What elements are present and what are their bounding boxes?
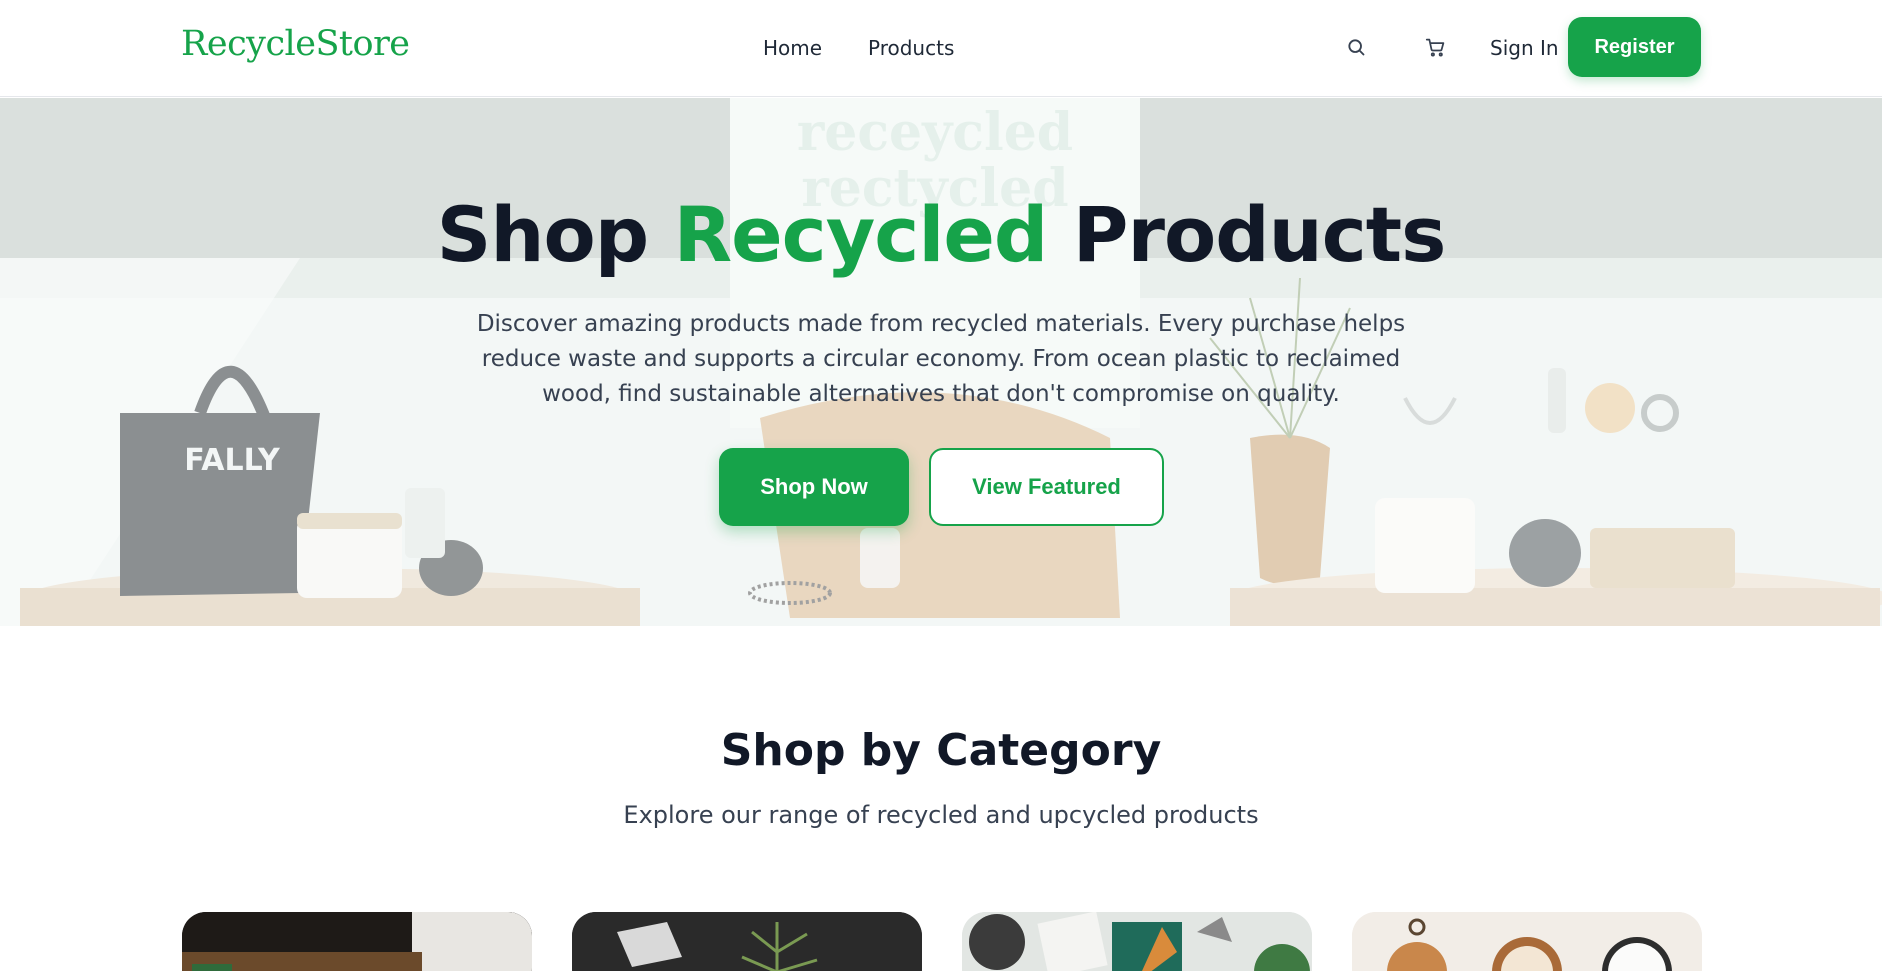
site-logo[interactable]: RecycleStore (181, 24, 410, 64)
hero-title-end: Products (1072, 190, 1447, 279)
category-card-4-image (1352, 912, 1702, 971)
site-header: RecycleStore Home Products Sign In Regis… (0, 0, 1882, 97)
register-button[interactable]: Register (1568, 17, 1701, 77)
view-featured-button[interactable]: View Featured (929, 448, 1164, 526)
category-section-title: Shop by Category (720, 725, 1162, 776)
category-card-4[interactable] (1352, 912, 1702, 971)
hero-section: receycled rectycled FALLY Shop Recycled … (0, 98, 1882, 626)
sign-in-link[interactable]: Sign In (1490, 36, 1559, 60)
category-card-3[interactable] (962, 912, 1312, 971)
category-card-1-image (182, 912, 532, 971)
category-section-subtitle: Explore our range of recycled and upcycl… (623, 801, 1259, 829)
cart-button[interactable] (1420, 32, 1450, 62)
shop-now-button[interactable]: Shop Now (719, 448, 909, 526)
category-card-1[interactable] (182, 912, 532, 971)
category-card-3-image (962, 912, 1312, 971)
nav-home-link[interactable]: Home (763, 36, 822, 60)
search-icon (1348, 39, 1365, 56)
category-card-2[interactable] (572, 912, 922, 971)
cart-icon (1425, 38, 1444, 57)
hero-title-start: Shop (436, 190, 649, 279)
hero-description: Discover amazing products made from recy… (476, 311, 1406, 407)
nav-products-link[interactable]: Products (868, 36, 954, 60)
hero-title: Shop Recycled Products (0, 190, 1882, 279)
hero-title-accent: Recycled (673, 190, 1049, 279)
category-card-2-image (572, 912, 922, 971)
search-button[interactable] (1341, 32, 1371, 62)
